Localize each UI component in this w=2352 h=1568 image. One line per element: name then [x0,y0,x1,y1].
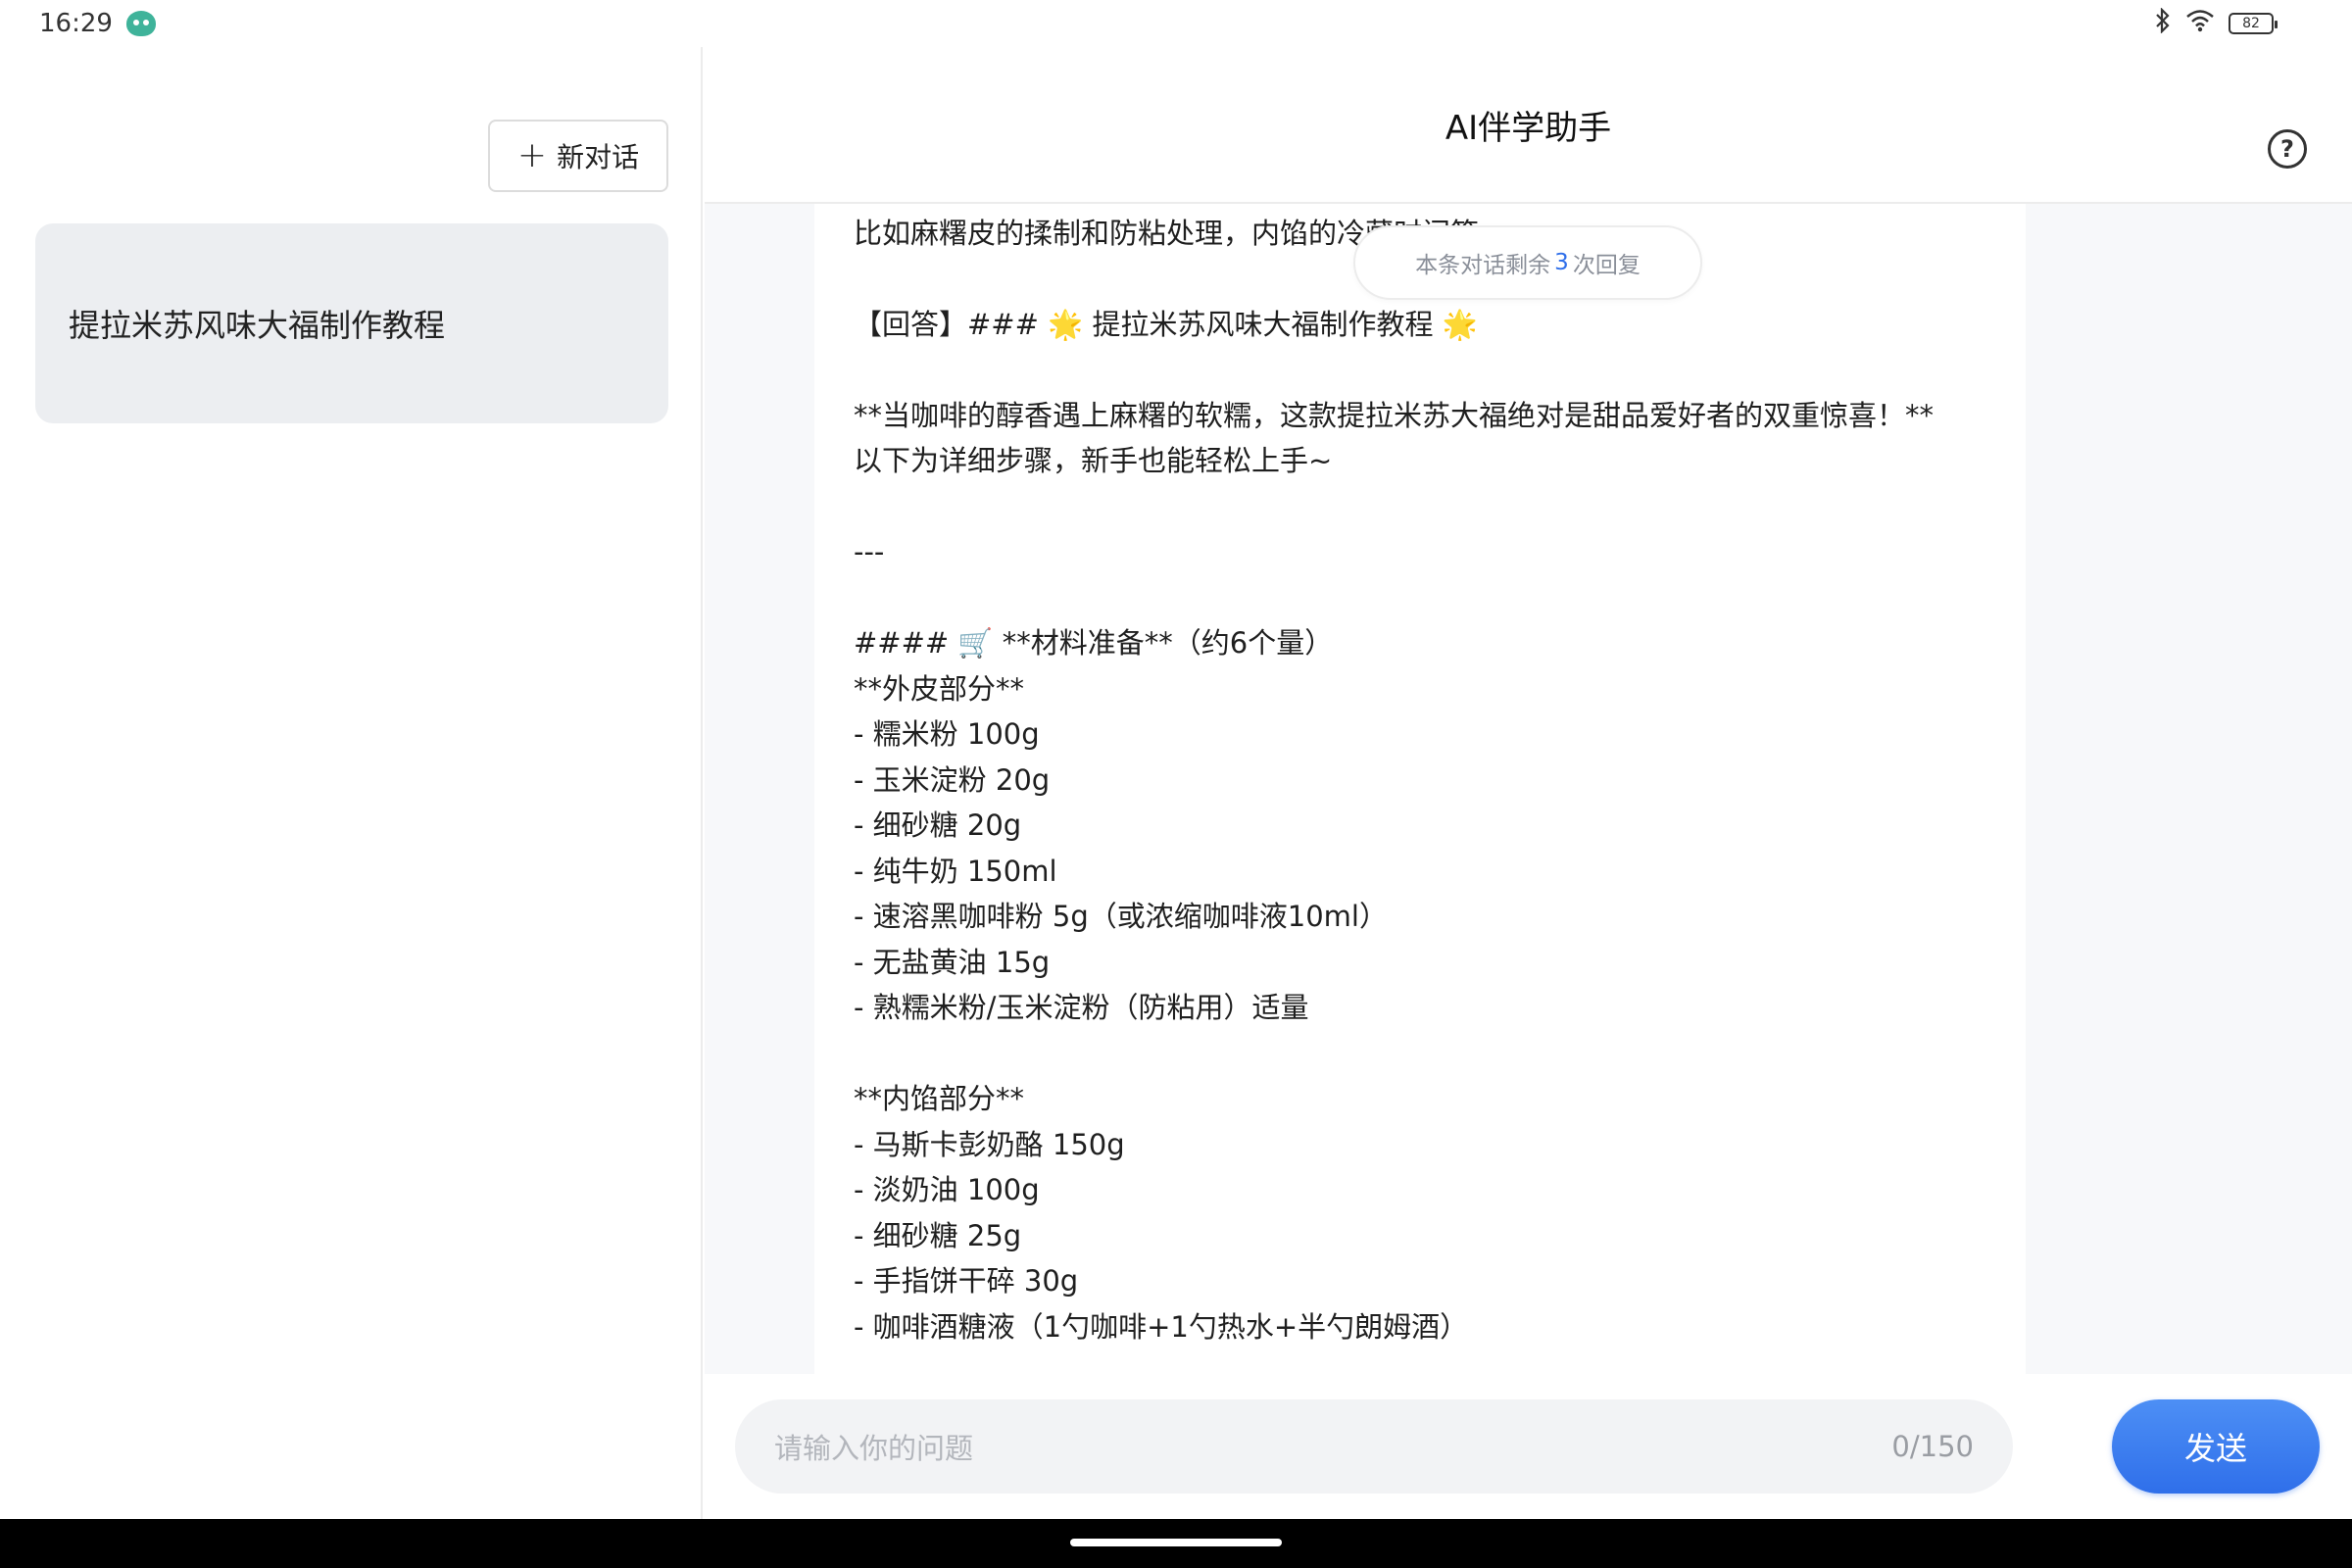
bluetooth-icon [2154,7,2172,39]
status-time: 16:29 [39,9,113,38]
page-title: AI伴学助手 [1445,108,1612,148]
char-counter: 0/150 [1891,1430,1974,1463]
status-bar: 16:29 82 [0,0,2352,47]
new-chat-button[interactable]: + 新对话 [488,120,668,192]
status-left: 16:29 [39,9,156,38]
home-indicator[interactable] [1070,1539,1282,1546]
input-bar: 请输入你的问题 0/150 发送 [705,1374,2352,1519]
chat-main: AI伴学助手 ? 细，特别是外皮和内馅的制作要点，确保用户能成功复制。可能还需要… [705,47,2352,1519]
battery-icon: 82 [2229,13,2278,34]
bot-icon [125,11,156,36]
assistant-message: 细，特别是外皮和内馅的制作要点，确保用户能成功复制。可能还需要提醒注意事项， 比… [814,204,2026,1421]
message-text: 细，特别是外皮和内馅的制作要点，确保用户能成功复制。可能还需要提醒注意事项， 比… [854,216,1935,1344]
remaining-count: 3 [1554,250,1569,275]
status-right: 82 [2154,7,2313,39]
sidebar: + 新对话 提拉米苏风味大福制作教程 [0,47,703,1519]
question-input[interactable]: 请输入你的问题 0/150 [735,1399,2013,1494]
plus-icon: + [516,135,548,175]
nav-bar [0,1519,2352,1568]
remaining-suffix: 次回复 [1572,253,1641,278]
chat-header: AI伴学助手 ? [705,47,2352,204]
send-button[interactable]: 发送 [2112,1399,2320,1494]
input-placeholder: 请输入你的问题 [774,1432,974,1465]
remaining-replies-badge: 本条对话剩余 3 次回复 [1353,225,1702,300]
new-chat-label: 新对话 [557,141,640,173]
conversation-title: 提拉米苏风味大福制作教程 [69,307,446,344]
wifi-icon [2185,9,2215,38]
conversation-item[interactable]: 提拉米苏风味大福制作教程 [35,223,668,423]
remaining-prefix: 本条对话剩余 [1415,253,1551,278]
help-icon[interactable]: ? [2268,129,2307,169]
